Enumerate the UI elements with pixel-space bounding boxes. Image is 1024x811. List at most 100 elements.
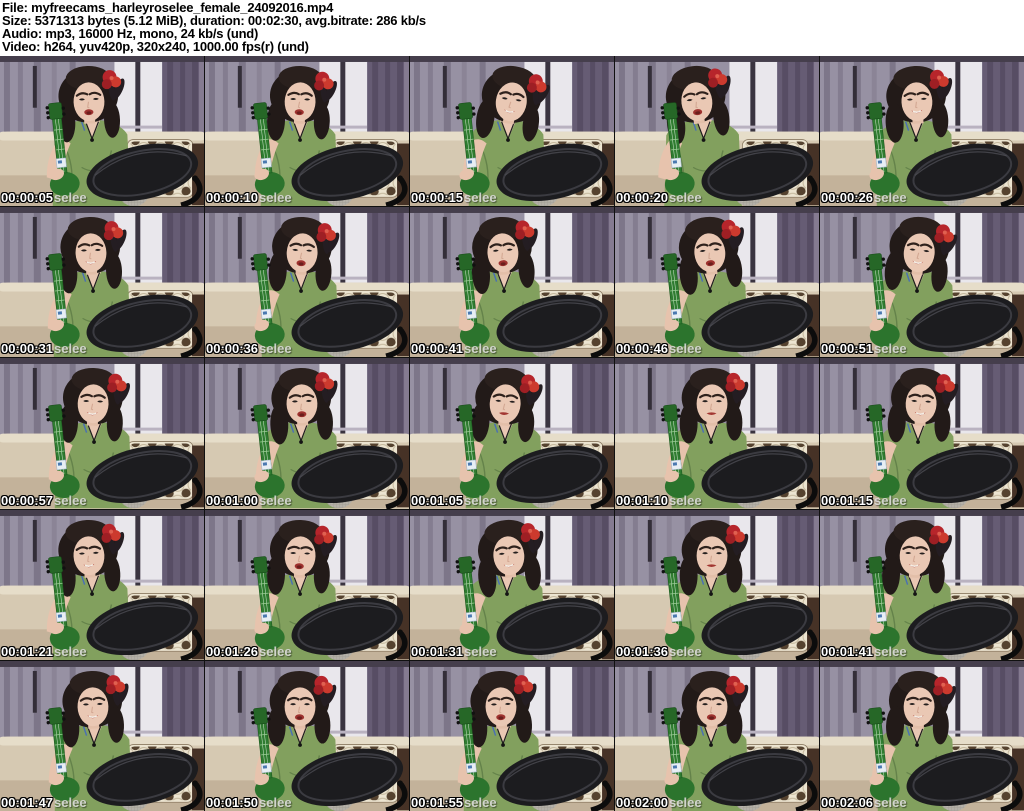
timestamp-overlay: 00:01:36selee: [616, 645, 702, 658]
watermark-fragment: selee: [54, 190, 87, 206]
webcam-frame-scene: [205, 358, 409, 509]
video-thumbnail: 00:01:47selee: [0, 660, 204, 811]
timestamp: 00:01:50: [206, 794, 259, 810]
mic-stand-rod: [442, 519, 447, 562]
mic-stand-rod: [647, 65, 652, 108]
timestamp-overlay: 00:01:21selee: [1, 645, 87, 658]
webcam-frame-scene: [820, 358, 1024, 509]
video-thumbnail: 00:00:57selee: [0, 358, 204, 509]
video-thumbnail: 00:01:21selee: [0, 509, 204, 660]
mic-stand-rod: [852, 519, 857, 562]
webcam-frame-scene: [0, 56, 204, 207]
timestamp: 00:01:00: [206, 492, 259, 508]
mic-stand-rod: [647, 368, 652, 411]
video-thumbnail: 00:00:20selee: [615, 56, 819, 207]
timestamp-overlay: 00:00:15selee: [411, 191, 497, 204]
webcam-frame-scene: [615, 660, 819, 811]
mic-stand-rod: [32, 519, 37, 562]
necklace-pendant: [92, 440, 96, 445]
timestamp-overlay: 00:01:10selee: [616, 494, 702, 507]
mic-stand-rod: [442, 65, 447, 108]
watermark-fragment: selee: [54, 643, 87, 659]
mic-stand-rod: [852, 217, 857, 259]
mic-stand-rod: [32, 368, 37, 411]
watermark-fragment: selee: [464, 643, 497, 659]
timestamp: 00:01:26: [206, 643, 259, 659]
webcam-frame-scene: [205, 207, 409, 358]
timestamp: 00:01:31: [411, 643, 464, 659]
timestamp-overlay: 00:01:05selee: [411, 494, 497, 507]
necklace-pendant: [709, 440, 713, 445]
timestamp: 00:01:55: [411, 794, 464, 810]
watermark-fragment: selee: [874, 794, 907, 810]
mic-stand-rod: [647, 217, 652, 259]
necklace-pendant: [298, 138, 302, 142]
mic-stand-rod: [852, 670, 857, 713]
webcam-frame-scene: [820, 660, 1024, 811]
timestamp: 00:01:41: [821, 643, 874, 659]
watermark-fragment: selee: [259, 341, 292, 357]
webcam-frame-scene: [615, 358, 819, 509]
mic-stand-rod: [852, 368, 857, 411]
timestamp: 00:01:10: [616, 492, 669, 508]
watermark-fragment: selee: [874, 341, 907, 357]
webcam-frame-scene: [0, 358, 204, 509]
timestamp-overlay: 00:01:26selee: [206, 645, 292, 658]
webcam-frame-scene: [410, 660, 614, 811]
mic-stand-rod: [32, 670, 37, 713]
mic-stand-rod: [647, 670, 652, 713]
video-thumbnail: 00:01:10selee: [615, 358, 819, 509]
webcam-frame-scene: [820, 509, 1024, 660]
timestamp-overlay: 00:00:46selee: [616, 342, 702, 355]
timestamp-overlay: 00:01:50selee: [206, 796, 292, 809]
webcam-frame-scene: [615, 56, 819, 207]
watermark-fragment: selee: [259, 492, 292, 508]
video-thumbnail: 00:00:05selee: [0, 56, 204, 207]
timestamp: 00:00:31: [1, 341, 54, 357]
timestamp-overlay: 00:01:00selee: [206, 494, 292, 507]
webcam-frame-scene: [0, 207, 204, 358]
video-thumbnail: 00:00:41selee: [410, 207, 614, 358]
watermark-fragment: selee: [54, 341, 87, 357]
necklace-pendant: [91, 289, 95, 294]
webcam-frame-scene: [205, 660, 409, 811]
timestamp: 00:01:15: [821, 492, 874, 508]
timestamp-overlay: 00:00:36selee: [206, 342, 292, 355]
mic-stand-rod: [647, 519, 652, 562]
necklace-pendant: [299, 289, 303, 294]
necklace-pendant: [298, 591, 302, 596]
watermark-fragment: selee: [54, 492, 87, 508]
webcam-frame-scene: [615, 207, 819, 358]
necklace-pendant: [708, 289, 712, 294]
mic-stand-rod: [237, 670, 242, 713]
webcam-frame-scene: [410, 358, 614, 509]
webcam-frame-scene: [410, 207, 614, 358]
mic-stand-rod: [442, 368, 447, 411]
necklace-pendant: [90, 138, 94, 142]
watermark-fragment: selee: [259, 794, 292, 810]
timestamp: 00:00:46: [616, 341, 669, 357]
watermark-fragment: selee: [874, 492, 907, 508]
timestamp-overlay: 00:02:00selee: [616, 796, 702, 809]
timestamp-overlay: 00:01:15selee: [821, 494, 907, 507]
necklace-pendant: [505, 591, 509, 596]
timestamp: 00:00:20: [616, 190, 669, 206]
timestamp-overlay: 00:01:47selee: [1, 796, 87, 809]
video-thumbnail: 00:00:36selee: [205, 207, 409, 358]
webcam-frame-scene: [0, 509, 204, 660]
mic-stand-rod: [442, 217, 447, 259]
video-thumbnail: 00:01:00selee: [205, 358, 409, 509]
timestamp: 00:00:15: [411, 190, 464, 206]
mic-stand-rod: [237, 368, 242, 411]
video-thumbnail: 00:01:36selee: [615, 509, 819, 660]
necklace-pendant: [298, 742, 302, 747]
necklace-pendant: [915, 742, 919, 747]
video-thumbnail: 00:00:15selee: [410, 56, 614, 207]
webcam-frame-scene: [0, 660, 204, 811]
watermark-fragment: selee: [874, 643, 907, 659]
video-thumbnail: 00:00:31selee: [0, 207, 204, 358]
video-thumbnail: 00:00:26selee: [820, 56, 1024, 207]
timestamp: 00:01:47: [1, 794, 54, 810]
timestamp-overlay: 00:01:31selee: [411, 645, 497, 658]
webcam-frame-scene: [410, 56, 614, 207]
